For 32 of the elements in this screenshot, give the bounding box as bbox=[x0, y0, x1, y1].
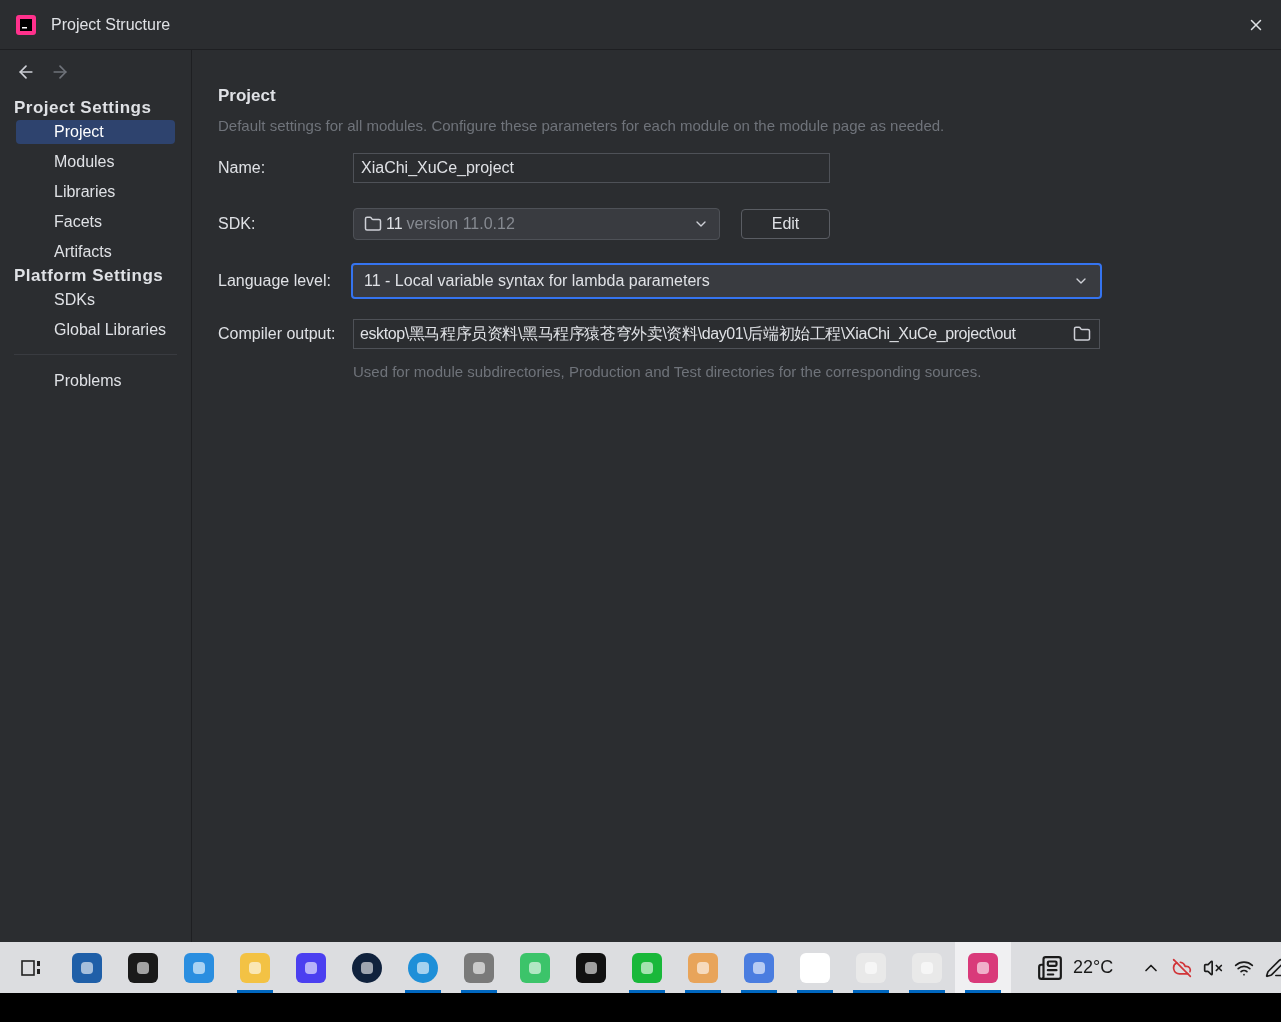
sidebar-item[interactable]: Libraries bbox=[16, 180, 175, 204]
pen-icon[interactable] bbox=[1265, 957, 1281, 978]
sidebar-item[interactable]: Problems bbox=[16, 369, 175, 393]
task-view-icon[interactable] bbox=[20, 958, 42, 977]
field-label: Name: bbox=[218, 158, 267, 178]
sidebar-group-title: Project Settings bbox=[13, 97, 153, 120]
sidebar-item[interactable]: Artifacts bbox=[16, 240, 175, 264]
language-level-dropdown[interactable]: 11 - Local variable syntax for lambda parameters bbox=[351, 263, 1102, 299]
name-input-field[interactable]: XiaChi_XuCe_project bbox=[353, 153, 830, 183]
muted-speaker-icon[interactable] bbox=[1203, 957, 1224, 978]
sdk-folder-icon bbox=[364, 215, 382, 233]
sidebar-group-title: Platform Settings bbox=[13, 265, 165, 288]
compiler-output-hint: Used for module subdirectories, Production and Test directories for the corresponding sources. bbox=[353, 362, 983, 382]
sidebar-item[interactable]: Global Libraries bbox=[16, 318, 175, 342]
weather-temperature[interactable]: 22°C bbox=[1073, 954, 1114, 981]
app-logo-icon bbox=[16, 14, 36, 35]
window-title: Project Structure bbox=[51, 14, 171, 35]
news-icon[interactable] bbox=[1035, 954, 1065, 981]
sidebar-item[interactable]: Project bbox=[16, 120, 175, 144]
sidebar-item[interactable]: Facets bbox=[16, 210, 175, 234]
field-label: Compiler output: bbox=[218, 324, 337, 344]
section-title: Project bbox=[218, 85, 277, 107]
section-description: Default settings for all modules. Configure these parameters for each module on the module page as needed. bbox=[218, 115, 946, 136]
sidebar-item[interactable]: Modules bbox=[16, 150, 175, 174]
browse-folder-icon[interactable] bbox=[1073, 325, 1091, 343]
field-label: SDK: bbox=[218, 214, 257, 234]
field-label: Language level: bbox=[218, 271, 332, 291]
cloud-error-icon[interactable] bbox=[1172, 957, 1193, 978]
edit-button[interactable]: Edit bbox=[741, 209, 830, 239]
sdk-dropdown[interactable]: 11 version 11.0.12 bbox=[353, 208, 720, 240]
compiler-output-field[interactable]: esktop\黑马程序员资料\黑马程序猿苍穹外卖\资料\day01\后端初始工程\XiaChi_XuCe_project\out bbox=[353, 319, 1100, 349]
sidebar-item[interactable]: SDKs bbox=[16, 288, 175, 312]
